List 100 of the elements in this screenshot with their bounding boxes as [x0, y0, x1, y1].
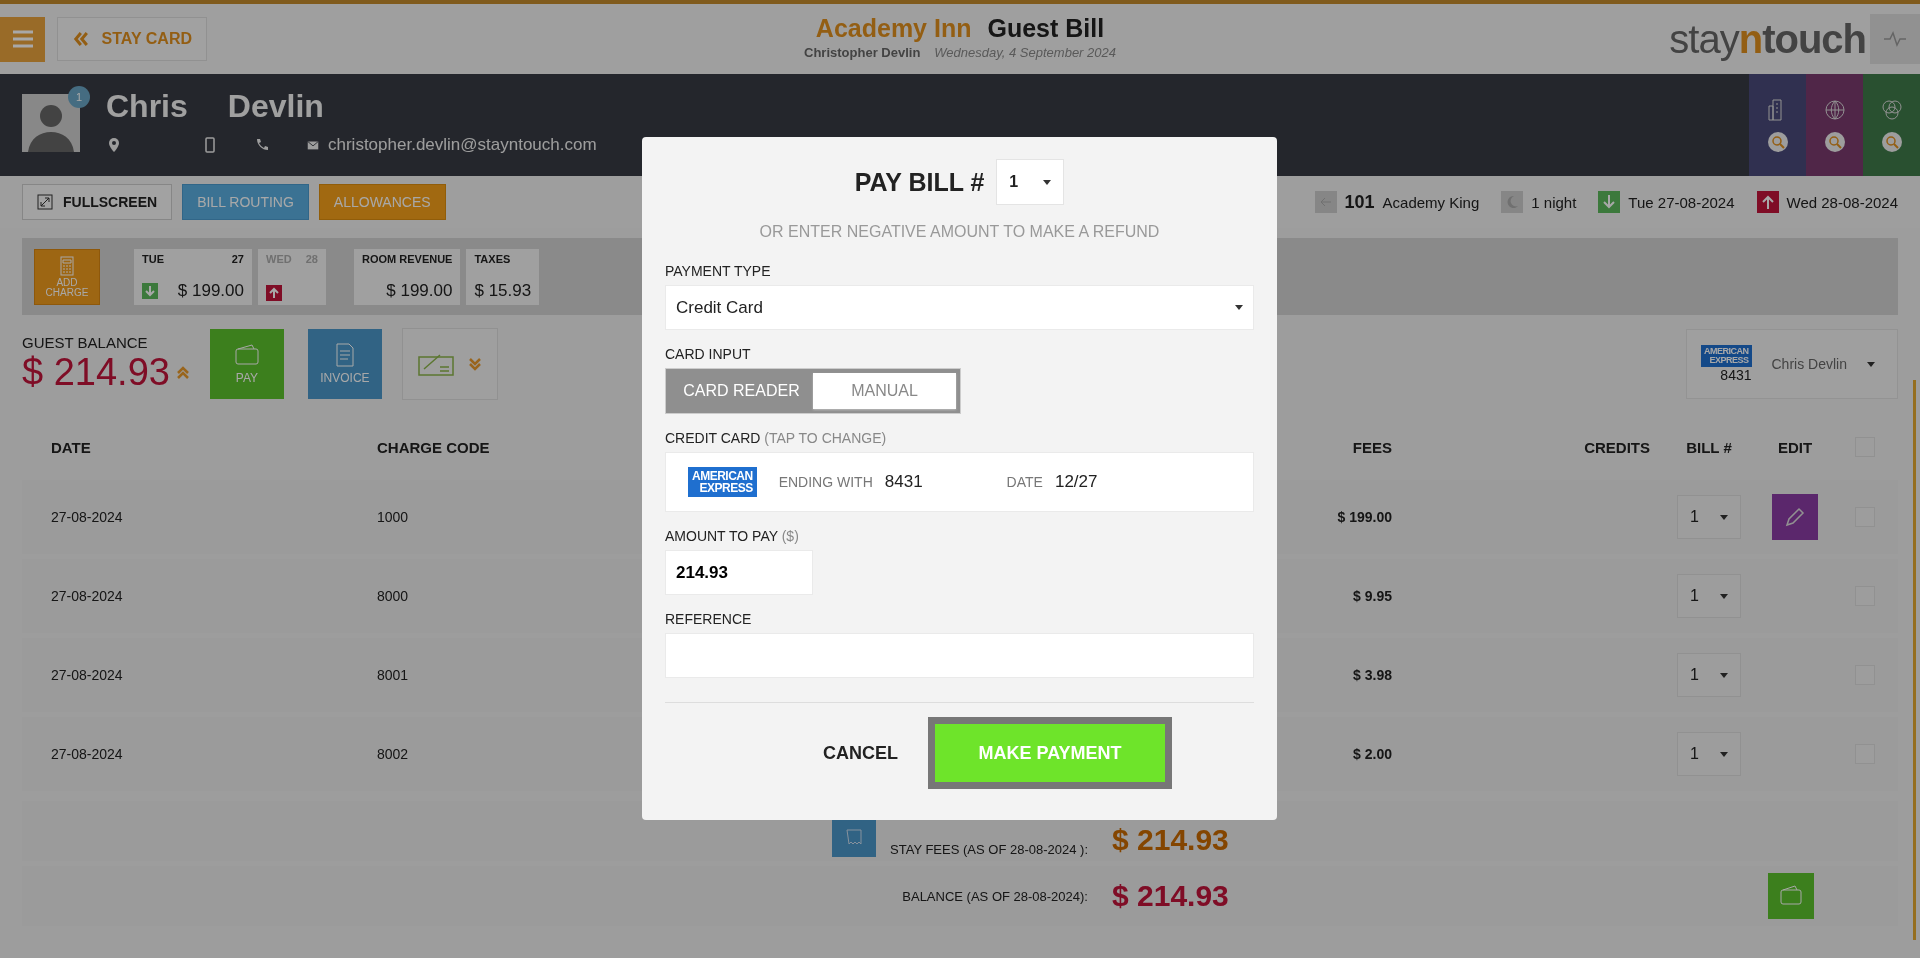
- phone-icon: [254, 137, 270, 153]
- fullscreen-icon: [37, 194, 53, 210]
- total-card: ROOM REVENUE $ 199.00: [354, 248, 461, 305]
- bill-select[interactable]: 1: [996, 159, 1065, 205]
- bill-select[interactable]: 1: [1677, 732, 1741, 776]
- table-cell: $ 199.00: [1337, 509, 1392, 525]
- summary-label: BALANCE (AS OF 28-08-2024):: [902, 888, 1088, 904]
- nights: 1 night: [1531, 193, 1577, 211]
- pay-button[interactable]: [1768, 873, 1814, 919]
- caret-icon: [1235, 305, 1243, 310]
- email-address: christopher.devlin@stayntouch.com: [328, 135, 597, 155]
- table-cell: $ 3.98: [1353, 667, 1392, 683]
- total-card: TAXES $ 15.93: [466, 248, 540, 305]
- logo: stayntouch: [1669, 16, 1866, 62]
- search-icon: [1881, 132, 1902, 152]
- table-cell: 27-08-2024: [51, 746, 123, 762]
- pencil-icon: [1783, 505, 1807, 529]
- double-chevron-icon: [72, 31, 90, 47]
- balance-label: GUEST BALANCE: [22, 334, 149, 351]
- scrollbar[interactable]: [1913, 380, 1916, 940]
- search-icon: [1824, 132, 1845, 152]
- moon-icon: [1501, 191, 1524, 213]
- wallet-icon: [1779, 884, 1803, 908]
- column-header: EDIT: [1777, 438, 1813, 456]
- bill-select[interactable]: 1: [1677, 653, 1741, 697]
- up-arrow-icon: [266, 284, 282, 301]
- summary-amount: $ 214.93: [1111, 879, 1230, 913]
- caret-icon: [1720, 593, 1728, 599]
- toolbar-button[interactable]: FULLSCREEN: [22, 184, 173, 220]
- mail-icon: [306, 138, 320, 152]
- column-header: CREDITS: [1584, 438, 1650, 456]
- table-cell: $ 9.95: [1353, 588, 1392, 604]
- field-label: PAYMENT TYPE: [665, 263, 772, 279]
- balance-amount: $ 214.93: [22, 351, 170, 394]
- table-cell: 8000: [377, 588, 409, 604]
- toggle-option[interactable]: MANUAL: [813, 373, 956, 409]
- page-title: Guest Bill: [987, 14, 1105, 43]
- card-brand-logo: AMERICAN EXPRESS: [688, 467, 757, 497]
- payment-type-select[interactable]: Credit Card: [665, 285, 1254, 330]
- column-header: CHARGE CODE: [377, 438, 490, 456]
- calculator-icon: [58, 255, 76, 276]
- double-chevron-down-icon: [467, 356, 482, 372]
- table-cell: 27-08-2024: [51, 588, 123, 604]
- quick-link-tile[interactable]: [1749, 74, 1806, 176]
- circles-icon: [1879, 98, 1904, 122]
- bill-select[interactable]: 1: [1677, 574, 1741, 618]
- field-label: REFERENCE: [665, 611, 753, 627]
- table-cell: 1000: [377, 509, 409, 525]
- room-number: 101: [1344, 191, 1375, 213]
- refund-hint: OR ENTER NEGATIVE AMOUNT TO MAKE A REFUND: [758, 223, 1161, 241]
- table-cell: 27-08-2024: [51, 667, 123, 683]
- double-chevron-up-icon: [175, 364, 190, 381]
- mobile-phone-icon: [202, 137, 218, 153]
- table-cell: 8002: [377, 746, 409, 762]
- summary-amount: $ 214.93: [1111, 823, 1230, 857]
- payment-menu-button[interactable]: [401, 328, 498, 400]
- caret-icon: [1720, 514, 1728, 520]
- receipt-icon: [844, 827, 865, 847]
- card-brand-logo: AMERICAN EXPRESS: [1701, 345, 1752, 367]
- column-header: FEES: [1352, 438, 1392, 456]
- field-label: CREDIT CARD (TAP TO CHANGE): [665, 430, 888, 446]
- field-label: CARD INPUT: [665, 346, 752, 362]
- summary-label: STAY FEES (AS OF 28-08-2024 ):: [890, 842, 1088, 857]
- cheque-icon: [417, 351, 454, 377]
- business-date: Wednesday, 4 September 2024: [934, 45, 1116, 60]
- guest-name: Christopher Devlin: [804, 45, 921, 60]
- down-arrow-icon: [142, 282, 158, 299]
- caret-icon: [1720, 672, 1728, 678]
- table-cell: 8001: [377, 667, 409, 683]
- quick-link-tile[interactable]: [1863, 74, 1920, 176]
- caret-icon: [1720, 751, 1728, 757]
- wallet-icon: [233, 343, 260, 367]
- location-pin-icon: [106, 137, 122, 153]
- column-header: DATE: [51, 438, 91, 456]
- globe-icon: [1822, 98, 1847, 122]
- notification-badge: 1: [68, 86, 90, 108]
- search-icon: [1767, 132, 1788, 152]
- arrival-date: Tue 27-08-2024: [1628, 193, 1735, 211]
- table-cell: 27-08-2024: [51, 509, 123, 525]
- amount-field[interactable]: 214.93: [665, 550, 813, 595]
- column-header: BILL #: [1686, 438, 1732, 456]
- day-card[interactable]: TUE 27 $ 199.00: [134, 248, 252, 305]
- cancel-button[interactable]: CANCEL: [817, 741, 904, 765]
- hotel-name: Academy Inn: [815, 14, 972, 43]
- quick-link-tile[interactable]: [1806, 74, 1863, 176]
- edit-button[interactable]: [1772, 494, 1818, 540]
- credit-card-selector[interactable]: AMERICAN EXPRESS ENDING WITH 8431 DATE 12/27: [665, 452, 1254, 512]
- activity-button[interactable]: [1870, 14, 1920, 64]
- bill-select[interactable]: 1: [1677, 495, 1741, 539]
- dialog-title: PAY BILL #: [854, 167, 985, 197]
- room-icon: [1314, 191, 1337, 213]
- first-name: Chris: [106, 88, 188, 125]
- room-type: Academy King: [1382, 193, 1480, 211]
- departure-date: Wed 28-08-2024: [1786, 193, 1898, 211]
- payer-selector[interactable]: AMERICAN EXPRESS 8431 Chris Devlin: [1686, 329, 1898, 399]
- table-cell: $ 2.00: [1353, 746, 1392, 762]
- receipt-button[interactable]: [832, 817, 877, 857]
- caret-icon: [1043, 179, 1052, 185]
- menu-button[interactable]: [0, 16, 45, 62]
- field-label: AMOUNT TO PAY ($): [665, 528, 800, 544]
